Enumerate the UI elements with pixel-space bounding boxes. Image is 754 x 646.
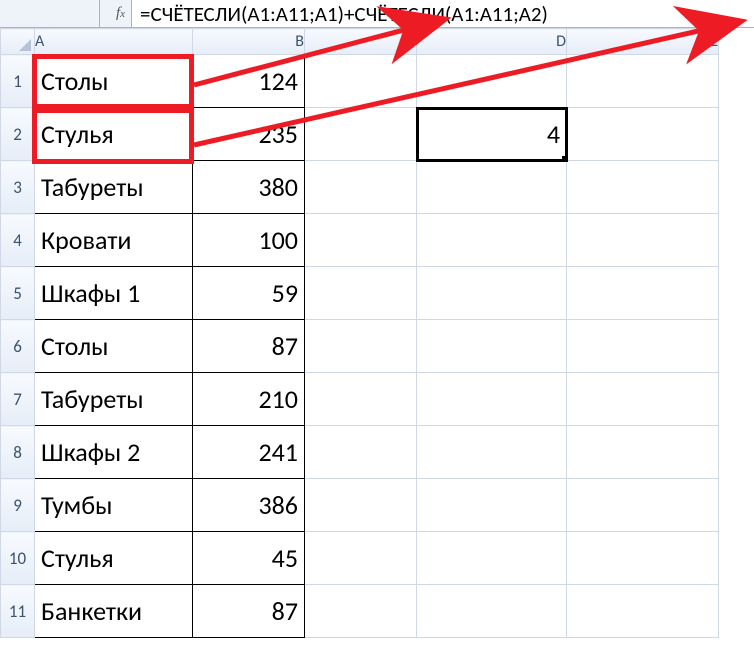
cell-D7[interactable] [417,373,567,426]
formula-bar: fx =СЧЁТЕСЛИ(A1:A11;A1)+СЧЁТЕСЛИ(A1:A11;… [0,0,754,28]
cell-D8[interactable] [417,426,567,479]
formula-input[interactable]: =СЧЁТЕСЛИ(A1:A11;A1)+СЧЁТЕСЛИ(A1:A11;A2) [132,0,754,27]
row-header[interactable]: 9 [1,479,35,532]
cell-C8[interactable] [305,426,417,479]
cell-C6[interactable] [305,320,417,373]
cell-B7[interactable]: 210 [193,373,305,426]
row-header[interactable]: 8 [1,426,35,479]
cell-C5[interactable] [305,267,417,320]
cell-A9[interactable]: Тумбы [35,479,193,532]
cell-D4[interactable] [417,214,567,267]
row-header[interactable]: 3 [1,161,35,214]
cell-C11[interactable] [305,585,417,638]
cell-E1[interactable] [567,55,719,108]
row-header[interactable]: 2 [1,108,35,161]
row-header[interactable]: 11 [1,585,35,638]
cell-E3[interactable] [567,161,719,214]
select-all-corner[interactable] [1,29,35,55]
cell-E2[interactable] [567,108,719,161]
col-header-D[interactable]: D [417,29,567,55]
cell-B8[interactable]: 241 [193,426,305,479]
cell-D6[interactable] [417,320,567,373]
row-header[interactable]: 1 [1,55,35,108]
cell-B3[interactable]: 380 [193,161,305,214]
cell-A2[interactable]: Стулья [35,108,193,161]
cell-A6[interactable]: Столы [35,320,193,373]
row-header[interactable]: 7 [1,373,35,426]
spreadsheet-grid[interactable]: A B C D E 1 Столы 124 2 Стулья 235 4 3 Т… [0,28,754,638]
cell-E5[interactable] [567,267,719,320]
cell-C10[interactable] [305,532,417,585]
row-header[interactable]: 10 [1,532,35,585]
cell-D2[interactable]: 4 [417,108,567,161]
cell-C1[interactable] [305,55,417,108]
cell-E4[interactable] [567,214,719,267]
cell-C3[interactable] [305,161,417,214]
cell-B6[interactable]: 87 [193,320,305,373]
cell-E6[interactable] [567,320,719,373]
fx-x: x [120,8,125,20]
name-box[interactable] [0,0,100,27]
fx-icon[interactable]: fx [100,0,132,27]
cell-D9[interactable] [417,479,567,532]
cell-B1[interactable]: 124 [193,55,305,108]
cell-A3[interactable]: Табуреты [35,161,193,214]
cell-E11[interactable] [567,585,719,638]
cell-C4[interactable] [305,214,417,267]
cell-E8[interactable] [567,426,719,479]
cell-B10[interactable]: 45 [193,532,305,585]
col-header-B[interactable]: B [193,29,305,55]
col-header-E[interactable]: E [567,29,719,55]
cell-A10[interactable]: Стулья [35,532,193,585]
cell-A11[interactable]: Банкетки [35,585,193,638]
cell-A1[interactable]: Столы [35,55,193,108]
cell-B2[interactable]: 235 [193,108,305,161]
col-header-A[interactable]: A [35,29,193,55]
cell-A8[interactable]: Шкафы 2 [35,426,193,479]
cell-B11[interactable]: 87 [193,585,305,638]
cell-D3[interactable] [417,161,567,214]
cell-A4[interactable]: Кровати [35,214,193,267]
cell-B9[interactable]: 386 [193,479,305,532]
cell-D10[interactable] [417,532,567,585]
cell-E9[interactable] [567,479,719,532]
cell-C9[interactable] [305,479,417,532]
row-header[interactable]: 6 [1,320,35,373]
cell-A7[interactable]: Табуреты [35,373,193,426]
cell-C7[interactable] [305,373,417,426]
cell-D5[interactable] [417,267,567,320]
cell-D1[interactable] [417,55,567,108]
cell-B5[interactable]: 59 [193,267,305,320]
row-header[interactable]: 4 [1,214,35,267]
cell-E7[interactable] [567,373,719,426]
cell-B4[interactable]: 100 [193,214,305,267]
cell-C2[interactable] [305,108,417,161]
cell-D11[interactable] [417,585,567,638]
cell-E10[interactable] [567,532,719,585]
cell-A5[interactable]: Шкафы 1 [35,267,193,320]
row-header[interactable]: 5 [1,267,35,320]
col-header-C[interactable]: C [305,29,417,55]
